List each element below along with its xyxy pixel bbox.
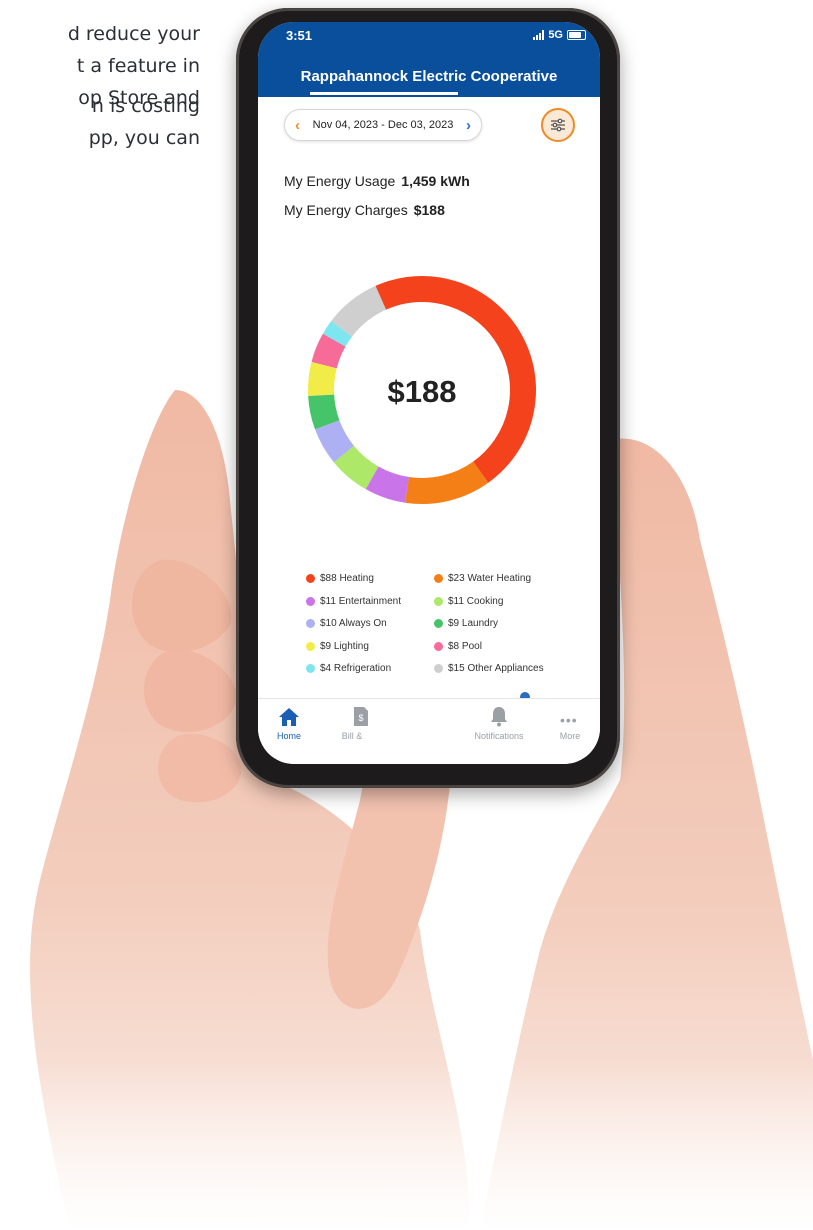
legend-swatch: [306, 574, 315, 583]
legend-label: $8 Pool: [448, 640, 482, 652]
donut-segment-pool[interactable]: [311, 333, 346, 369]
donut-center-total: $188: [388, 374, 457, 409]
legend-swatch: [434, 664, 443, 673]
legend-label: $11 Cooking: [448, 595, 504, 607]
tab-more-label: More: [559, 731, 581, 741]
legend-swatch: [434, 619, 443, 628]
donut-segment-lighting[interactable]: [308, 361, 337, 396]
legend-swatch: [306, 664, 315, 673]
legend-item: $11 Entertainment: [306, 596, 401, 607]
legend-label: $15 Other Appliances: [448, 663, 544, 674]
legend-label: $11 Entertainment: [320, 595, 401, 607]
donut-segment-entertainment[interactable]: [365, 466, 410, 503]
legend-item: $9 Laundry: [434, 618, 498, 629]
legend-swatch: [434, 641, 443, 651]
tab-notifications-label: Notifications: [474, 731, 524, 741]
legend-swatch: [434, 574, 443, 583]
donut-segment-refrigeration[interactable]: [322, 321, 353, 347]
legend-swatch: [306, 596, 315, 606]
legend-item: $23 Water Heating: [434, 573, 531, 584]
legend-label: $4 Refrigeration: [320, 663, 392, 674]
legend-swatch: [306, 619, 315, 628]
legend-swatch: [434, 596, 443, 606]
home-icon: [279, 708, 299, 726]
bill-icon: $: [354, 707, 368, 726]
svg-text:$: $: [358, 713, 363, 723]
legend-label: $88 Heating: [320, 573, 374, 584]
tab-bill-label: Bill &: [341, 731, 363, 741]
donut-segment-always-on[interactable]: [315, 420, 355, 463]
cost-breakdown-donut: $188: [308, 276, 536, 504]
bottom-tab-bar: Home $ Bill & Notifications ••• More: [258, 698, 600, 764]
donut-segment-cooking[interactable]: [333, 445, 379, 490]
legend-item: $15 Other Appliances: [434, 663, 544, 674]
legend-item: $8 Pool: [434, 641, 482, 652]
legend-swatch: [306, 641, 315, 651]
legend-item: $9 Lighting: [306, 641, 369, 652]
legend-label: $9 Laundry: [448, 618, 499, 629]
donut-segment-laundry[interactable]: [308, 394, 340, 430]
bell-icon: [491, 707, 507, 727]
phone-screen: 3:51 5G Rappahannock Electric Cooperativ…: [258, 22, 600, 764]
legend-item: $4 Refrigeration: [306, 663, 391, 674]
donut-segment-other-appliances[interactable]: [331, 285, 387, 338]
tab-home-label: Home: [276, 731, 301, 741]
legend-label: $23 Water Heating: [448, 573, 532, 584]
more-icon: •••: [560, 712, 578, 728]
legend-label: $10 Always On: [320, 618, 387, 629]
legend-item: $88 Heating: [306, 573, 374, 584]
legend-item: $10 Always On: [306, 618, 387, 629]
legend-item: $11 Cooking: [434, 596, 503, 607]
legend-label: $9 Lighting: [320, 640, 369, 652]
donut-segment-water-heating[interactable]: [405, 461, 489, 504]
